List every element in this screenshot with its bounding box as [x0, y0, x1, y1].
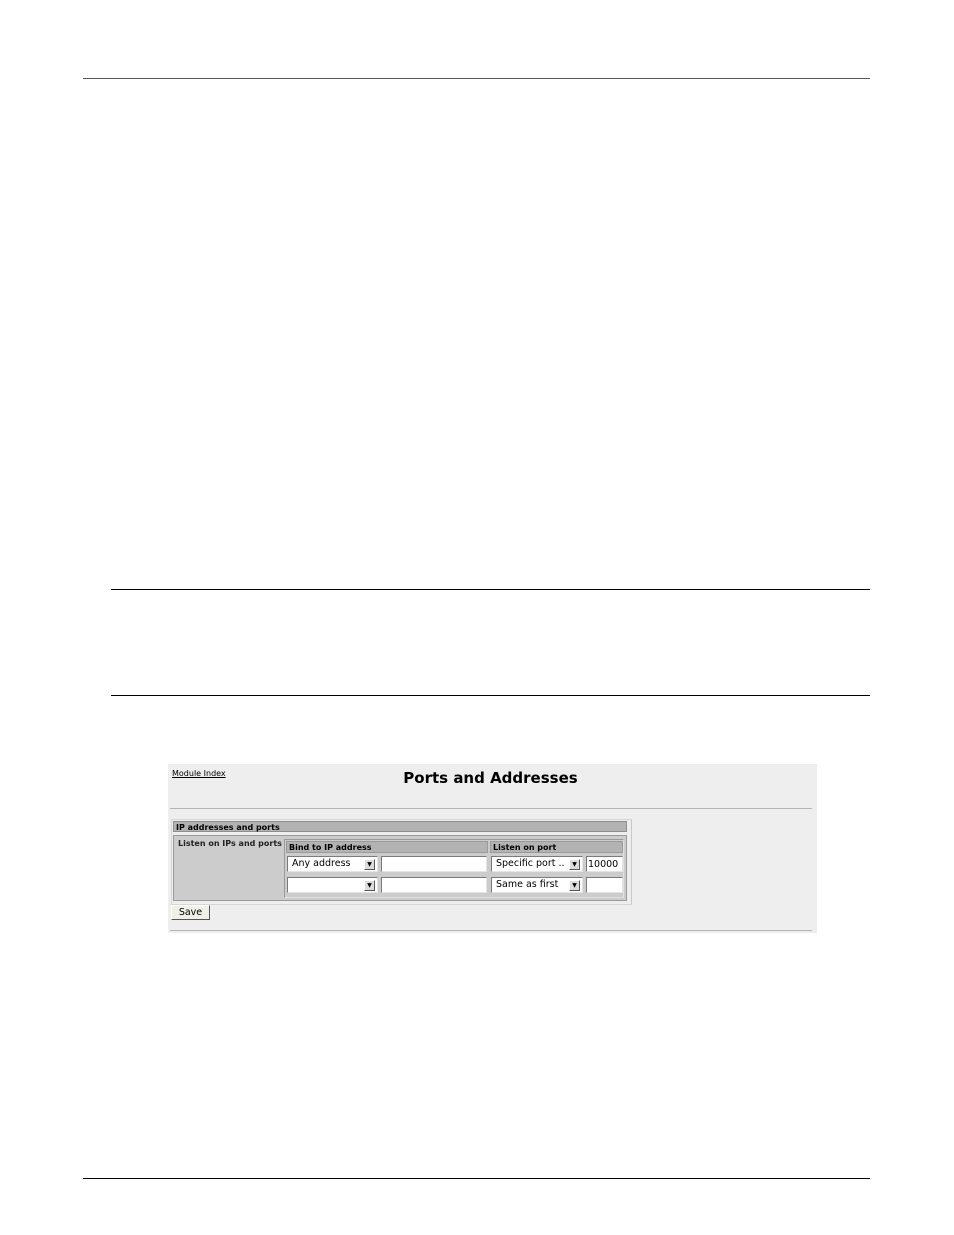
- column-header-bind: Bind to IP address: [286, 841, 488, 853]
- bind-address-select-value: Any address: [292, 858, 351, 869]
- port-input-1[interactable]: [586, 856, 623, 872]
- bind-address-input-2[interactable]: [381, 877, 487, 893]
- page-title: Ports and Addresses: [403, 769, 578, 787]
- ip-addresses-and-ports-section: IP addresses and ports Listen on IPs and…: [171, 819, 632, 905]
- ports-and-addresses-screenshot: Module Index Ports and Addresses IP addr…: [168, 764, 817, 933]
- listen-table: Bind to IP address Listen on port Any ad…: [284, 839, 624, 898]
- port-select-value: Same as first: [496, 879, 559, 890]
- column-header-port: Listen on port: [490, 841, 623, 853]
- chevron-down-icon[interactable]: ▼: [364, 880, 375, 891]
- chevron-down-icon[interactable]: ▼: [569, 859, 580, 870]
- bind-address-input-1[interactable]: [381, 856, 487, 872]
- bind-address-select-1[interactable]: Any address ▼: [287, 856, 378, 872]
- note-top-rule: [111, 589, 870, 590]
- section-header: IP addresses and ports: [173, 821, 627, 832]
- note-bottom-rule: [111, 695, 870, 696]
- section-body: Listen on IPs and ports Bind to IP addre…: [173, 835, 627, 901]
- chevron-down-icon[interactable]: ▼: [364, 859, 375, 870]
- port-select-2[interactable]: Same as first ▼: [491, 877, 583, 893]
- save-button[interactable]: Save: [171, 905, 210, 920]
- port-input-2[interactable]: [586, 877, 623, 893]
- title-separator: [170, 808, 812, 809]
- page-header-rule: [83, 78, 870, 79]
- listen-label: Listen on IPs and ports: [178, 839, 282, 848]
- bottom-separator: [170, 930, 812, 931]
- port-select-1[interactable]: Specific port .. ▼: [491, 856, 583, 872]
- bind-address-select-2[interactable]: ▼: [287, 877, 378, 893]
- page-footer-rule: [83, 1178, 870, 1179]
- port-select-value: Specific port ..: [496, 858, 565, 869]
- chevron-down-icon[interactable]: ▼: [569, 880, 580, 891]
